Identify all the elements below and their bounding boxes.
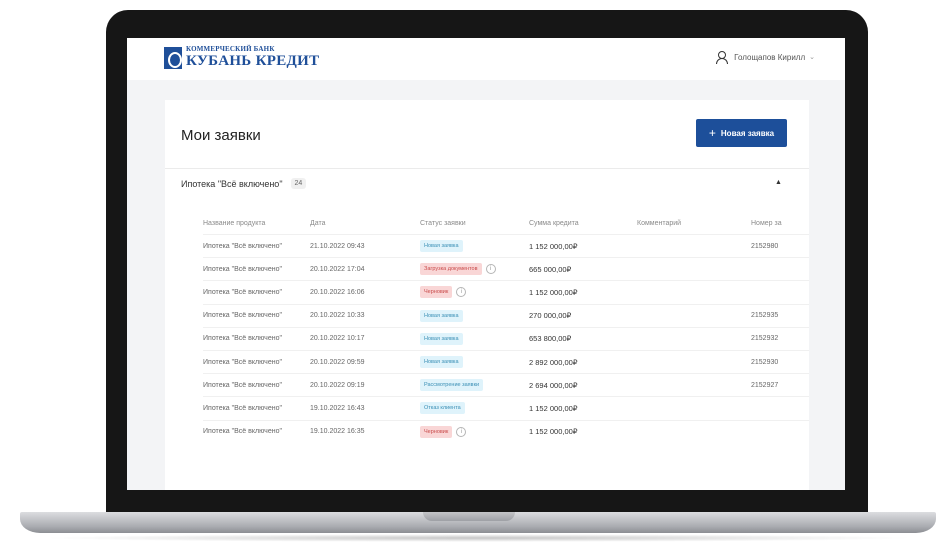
status-badge: Новая заявка	[420, 356, 463, 369]
new-application-button[interactable]: + Новая заявка	[696, 119, 787, 147]
info-icon[interactable]: i	[485, 264, 496, 275]
column-header-date: Дата	[310, 219, 326, 227]
cell-date: 20.10.2022 10:17	[310, 335, 365, 343]
cell-product: Ипотека "Всё включено"	[203, 265, 282, 273]
cell-amount: 2 694 000,00₽	[529, 380, 578, 390]
cell-number: 2152927	[751, 381, 779, 389]
status-badge: Загрузка документов	[420, 263, 482, 276]
cell-amount: 665 000,00₽	[529, 264, 572, 274]
chevron-down-icon: ⌄	[809, 54, 815, 61]
cell-number: 2152932	[751, 335, 779, 343]
table-row[interactable]: Ипотека "Всё включено" 20.10.2022 16:06 …	[203, 280, 809, 303]
user-name: Голощапов Кирилл	[734, 52, 806, 62]
table-row[interactable]: Ипотека "Всё включено" 19.10.2022 16:43 …	[203, 396, 809, 419]
cell-date: 20.10.2022 09:59	[310, 358, 365, 366]
column-header-comment: Комментарий	[637, 219, 682, 227]
applications-table: Название продукта Дата Статус заявки Сум…	[203, 212, 809, 443]
status-badge: Черновик	[420, 425, 453, 438]
table-row[interactable]: Ипотека "Всё включено" 19.10.2022 16:35 …	[203, 419, 809, 443]
cell-amount: 270 000,00₽	[529, 311, 572, 321]
laptop-shadow	[40, 534, 916, 542]
cell-product: Ипотека "Всё включено"	[203, 358, 282, 366]
status-badge: Черновик	[420, 286, 453, 299]
cell-amount: 1 152 000,00₽	[529, 241, 578, 251]
section-title: Ипотека "Всё включено"	[181, 178, 283, 189]
logo-top-text: КОММЕРЧЕСКИЙ БАНК	[186, 45, 275, 53]
cell-date: 21.10.2022 09:43	[310, 242, 365, 250]
cell-product: Ипотека "Всё включено"	[203, 404, 282, 412]
status-badge: Новая заявка	[420, 332, 463, 345]
count-badge: 24	[290, 178, 307, 189]
table-row[interactable]: Ипотека "Всё включено" 20.10.2022 09:19 …	[203, 373, 809, 396]
column-header-product: Название продукта	[203, 219, 266, 227]
logo-main-text: КУБАНЬ КРЕДИТ	[186, 53, 320, 69]
cell-product: Ипотека "Всё включено"	[203, 428, 282, 436]
cell-number: 2152980	[751, 242, 779, 250]
cell-product: Ипотека "Всё включено"	[203, 288, 282, 296]
laptop-notch	[423, 512, 515, 521]
cell-product: Ипотека "Всё включено"	[203, 312, 282, 320]
cell-status: Отказ клиента	[420, 402, 465, 415]
page-title: Мои заявки	[181, 127, 261, 144]
cell-date: 20.10.2022 17:04	[310, 265, 365, 273]
section-header[interactable]: Ипотека "Всё включено" 24	[181, 178, 307, 189]
chevron-up-icon[interactable]: ▲	[775, 179, 782, 186]
info-icon[interactable]: i	[456, 426, 467, 437]
cell-amount: 2 892 000,00₽	[529, 357, 578, 367]
table-row[interactable]: Ипотека "Всё включено" 20.10.2022 10:33 …	[203, 303, 809, 327]
table-row[interactable]: Ипотека "Всё включено" 20.10.2022 17:04 …	[203, 257, 809, 280]
column-header-number: Номер за	[751, 219, 782, 227]
cell-date: 20.10.2022 10:33	[310, 312, 365, 320]
cell-amount: 1 152 000,00₽	[529, 427, 578, 437]
cell-product: Ипотека "Всё включено"	[203, 381, 282, 389]
column-header-amount: Сумма кредита	[529, 219, 579, 227]
cell-status: Черновик i	[420, 286, 467, 299]
cell-status: Черновик i	[420, 425, 467, 438]
cell-date: 19.10.2022 16:35	[310, 428, 365, 436]
bank-logo[interactable]: КОММЕРЧЕСКИЙ БАНК КУБАНЬ КРЕДИТ	[164, 46, 319, 69]
cell-date: 20.10.2022 16:06	[310, 288, 365, 296]
user-menu[interactable]: Голощапов Кирилл ⌄	[716, 51, 815, 64]
status-badge: Отказ клиента	[420, 402, 465, 415]
cell-amount: 1 152 000,00₽	[529, 287, 578, 297]
cell-status: Загрузка документов i	[420, 263, 496, 276]
applications-card: Мои заявки + Новая заявка Ипотека "Всё в…	[165, 100, 809, 490]
cell-amount: 1 152 000,00₽	[529, 403, 578, 413]
cell-status: Новая заявка	[420, 332, 463, 345]
table-row[interactable]: Ипотека "Всё включено" 20.10.2022 10:17 …	[203, 326, 809, 350]
cell-amount: 653 800,00₽	[529, 334, 572, 344]
cell-product: Ипотека "Всё включено"	[203, 335, 282, 343]
screen: КОММЕРЧЕСКИЙ БАНК КУБАНЬ КРЕДИТ Голощапо…	[127, 38, 845, 490]
table-row[interactable]: Ипотека "Всё включено" 21.10.2022 09:43 …	[203, 234, 809, 257]
cell-status: Новая заявка	[420, 356, 463, 369]
status-badge: Новая заявка	[420, 309, 463, 322]
table-header: Название продукта Дата Статус заявки Сум…	[203, 212, 809, 234]
cell-status: Новая заявка	[420, 309, 463, 322]
info-icon[interactable]: i	[456, 287, 467, 298]
plus-icon: +	[708, 126, 716, 140]
new-application-label: Новая заявка	[720, 128, 775, 138]
column-header-status: Статус заявки	[420, 219, 466, 227]
cell-status: Новая заявка	[420, 240, 463, 253]
cell-number: 2152930	[751, 358, 779, 366]
status-badge: Рассмотрение заявки	[420, 379, 484, 392]
status-badge: Новая заявка	[420, 240, 463, 253]
cell-number: 2152935	[751, 312, 779, 320]
cell-date: 20.10.2022 09:19	[310, 381, 365, 389]
table-body: Ипотека "Всё включено" 21.10.2022 09:43 …	[203, 234, 809, 443]
table-row[interactable]: Ипотека "Всё включено" 20.10.2022 09:59 …	[203, 349, 809, 373]
top-bar: КОММЕРЧЕСКИЙ БАНК КУБАНЬ КРЕДИТ Голощапо…	[127, 38, 845, 80]
cell-date: 19.10.2022 16:43	[310, 404, 365, 412]
divider	[165, 168, 809, 169]
user-icon	[716, 51, 729, 64]
cell-product: Ипотека "Всё включено"	[203, 242, 282, 250]
cell-status: Рассмотрение заявки	[420, 379, 484, 392]
logo-mark-icon	[164, 46, 182, 69]
